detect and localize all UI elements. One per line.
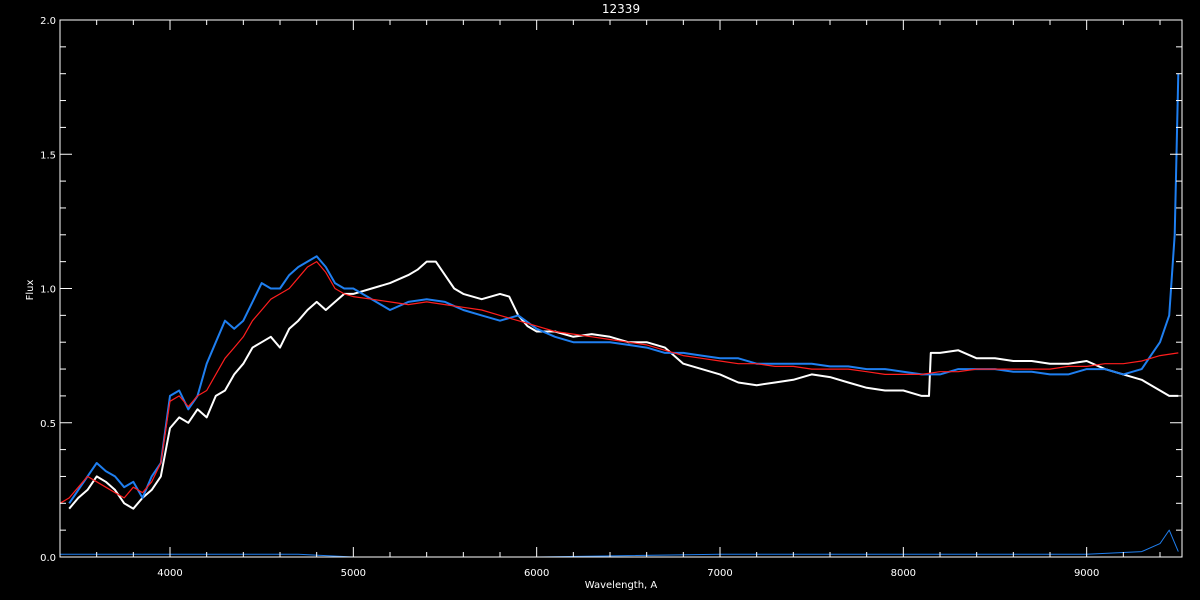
y-tick-label: 2.0 [40, 16, 56, 27]
chart-title: 12339 [602, 2, 640, 16]
x-tick-label: 8000 [891, 568, 916, 579]
x-axis-title: Wavelength, A [585, 580, 658, 591]
chart-background [0, 0, 1200, 600]
x-tick-label: 6000 [524, 568, 549, 579]
x-tick-label: 4000 [157, 568, 182, 579]
y-axis-title: Flux [25, 280, 36, 301]
y-tick-label: 0.5 [40, 419, 56, 430]
spectrum-chart: 4000 5000 6000 7000 8000 90000.00.51.01.52.0 … [0, 0, 1200, 600]
y-tick-label: 0.0 [40, 553, 56, 564]
x-tick-label: 9000 [1074, 568, 1099, 579]
y-tick-label: 1.0 [40, 285, 56, 296]
x-tick-label: 5000 [341, 568, 366, 579]
y-tick-label: 1.5 [40, 150, 56, 161]
x-tick-label: 7000 [707, 568, 732, 579]
